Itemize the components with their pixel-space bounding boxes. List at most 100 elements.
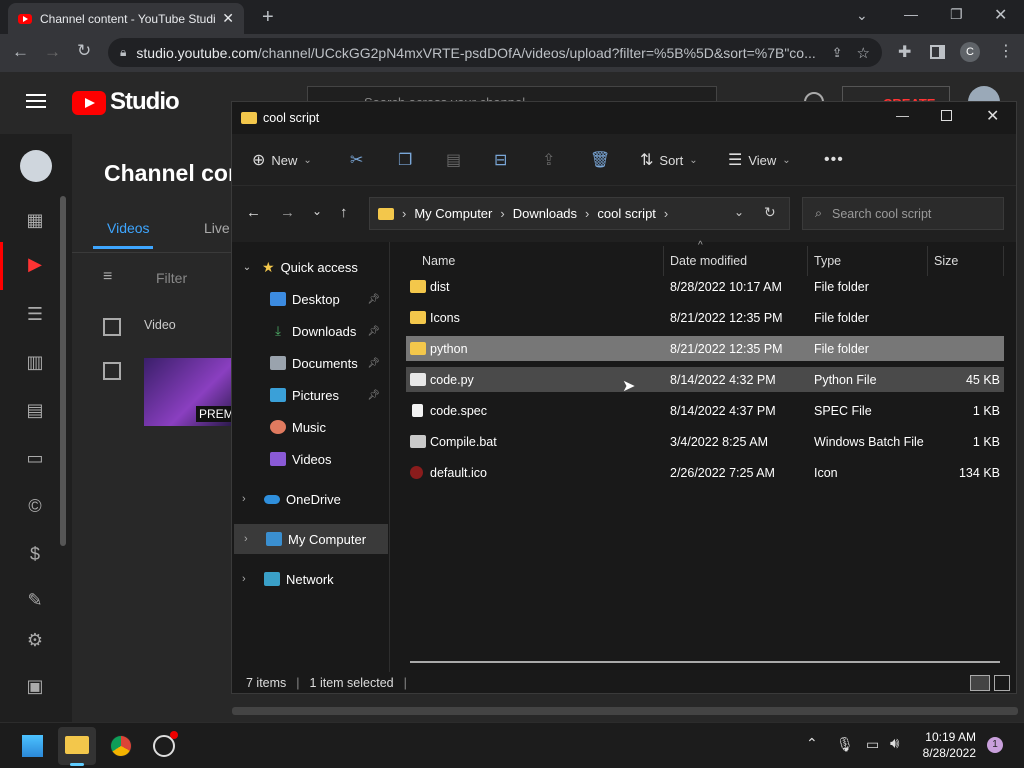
chrome-menu-icon[interactable]: ⋮: [998, 41, 1014, 61]
breadcrumb-downloads[interactable]: Downloads: [513, 206, 577, 221]
page-horizontal-scrollbar[interactable]: [232, 707, 1018, 715]
playlists-icon[interactable]: ☰: [24, 304, 46, 324]
breadcrumb-cool-script[interactable]: cool script: [597, 206, 656, 221]
recent-locations-icon[interactable]: ⌄: [312, 204, 322, 218]
filter-icon[interactable]: ≡: [103, 268, 112, 286]
sidebar-scrollbar[interactable]: [60, 196, 66, 546]
side-panel-icon[interactable]: [930, 45, 945, 59]
column-name[interactable]: Name: [416, 246, 664, 276]
file-row-compile-bat[interactable]: Compile.bat 3/4/2022 8:25 AM Windows Bat…: [406, 429, 1004, 454]
notification-badge[interactable]: 1: [987, 737, 1003, 753]
extensions-icon[interactable]: ✚: [898, 42, 911, 62]
nav-pictures[interactable]: Pictures 📌︎: [232, 380, 390, 410]
select-all-checkbox[interactable]: [103, 318, 121, 336]
nav-downloads[interactable]: ⤓ Downloads 📌︎: [232, 316, 390, 346]
channel-avatar[interactable]: [20, 150, 52, 182]
details-view-icon[interactable]: [970, 675, 990, 691]
column-size[interactable]: Size: [928, 246, 1004, 276]
reload-icon[interactable]: ↻: [77, 41, 91, 61]
file-row-code-py[interactable]: code.py 8/14/2022 4:32 PM Python File 45…: [406, 367, 1004, 392]
nav-network[interactable]: › Network: [232, 564, 390, 594]
customization-icon[interactable]: ✎: [24, 590, 46, 610]
share-icon[interactable]: ⇪: [832, 45, 843, 61]
close-window-icon[interactable]: ✕: [994, 5, 1007, 25]
file-explorer-icon[interactable]: [65, 736, 89, 754]
horizontal-scrollbar[interactable]: [410, 661, 1000, 663]
clock-date[interactable]: 8/28/2022: [918, 746, 976, 760]
chevron-down-icon[interactable]: ⌄: [236, 262, 258, 273]
nav-documents[interactable]: Documents 📌︎: [232, 348, 390, 378]
nav-desktop[interactable]: Desktop 📌︎: [232, 284, 390, 314]
more-options-icon[interactable]: •••: [824, 148, 844, 172]
breadcrumb[interactable]: › My Computer › Downloads › cool script …: [369, 197, 790, 230]
close-tab-icon[interactable]: ✕: [222, 10, 234, 27]
video-checkbox[interactable]: [103, 362, 121, 380]
forward-icon[interactable]: →: [44, 42, 61, 62]
sort-button[interactable]: ⇅ Sort ⌄: [640, 148, 698, 172]
network-status-icon[interactable]: ▭: [866, 736, 879, 753]
file-row-python-selected[interactable]: python 8/21/2022 12:35 PM File folder: [406, 336, 1004, 361]
clock-time[interactable]: 10:19 AM: [922, 730, 976, 744]
chevron-up-icon[interactable]: ⌃: [806, 735, 818, 752]
paste-icon[interactable]: ▤: [446, 148, 461, 172]
up-icon[interactable]: ↑: [340, 204, 348, 221]
profile-avatar[interactable]: C: [960, 42, 980, 62]
view-button[interactable]: ☰ View ⌄: [728, 148, 791, 172]
minimize-icon[interactable]: —: [896, 108, 909, 123]
comments-icon[interactable]: ▤: [24, 400, 46, 420]
file-row-code-spec[interactable]: code.spec 8/14/2022 4:37 PM SPEC File 1 …: [406, 398, 1004, 423]
breadcrumb-my-computer[interactable]: My Computer: [414, 206, 492, 221]
dashboard-icon[interactable]: ▦: [24, 210, 46, 230]
column-type[interactable]: Type: [808, 246, 928, 276]
nav-onedrive[interactable]: › OneDrive: [232, 484, 390, 514]
new-tab-icon[interactable]: +: [262, 6, 274, 29]
volume-icon[interactable]: 🔊︎: [890, 735, 899, 752]
forward-icon[interactable]: →: [280, 204, 295, 221]
chevron-right-icon[interactable]: ›: [242, 573, 260, 585]
hamburger-menu-icon[interactable]: [26, 94, 46, 96]
monetization-icon[interactable]: $: [24, 544, 46, 564]
subtitles-icon[interactable]: ▭: [24, 448, 46, 468]
content-icon[interactable]: ▶: [24, 254, 46, 274]
analytics-icon[interactable]: ▥: [24, 352, 46, 372]
copy-icon[interactable]: ❐: [398, 148, 412, 172]
tiles-view-icon[interactable]: [994, 675, 1010, 691]
tab-videos[interactable]: Videos: [107, 220, 150, 236]
restore-icon[interactable]: ❐: [950, 6, 963, 23]
delete-icon[interactable]: 🗑︎: [590, 148, 610, 172]
chevron-right-icon[interactable]: ›: [244, 533, 262, 545]
column-date[interactable]: Date modified: [664, 246, 808, 276]
windows-start-icon[interactable]: [21, 735, 43, 757]
file-row-dist[interactable]: dist 8/28/2022 10:17 AM File folder: [406, 274, 1004, 299]
new-button[interactable]: ⊕ New ⌄: [252, 148, 312, 172]
explorer-titlebar[interactable]: cool script — ✕: [232, 102, 1016, 134]
bookmark-star-icon[interactable]: ☆: [857, 44, 870, 62]
back-icon[interactable]: ←: [246, 204, 261, 221]
address-bar[interactable]: 🔒︎ studio.youtube.com/channel/UCckGG2pN4…: [108, 38, 882, 67]
maximize-icon[interactable]: [941, 110, 952, 121]
cut-icon[interactable]: ✂: [350, 148, 363, 172]
microphone-icon[interactable]: 🎙︎: [836, 736, 854, 753]
nav-videos[interactable]: Videos: [232, 444, 390, 474]
chevron-right-icon[interactable]: ›: [242, 493, 260, 505]
browser-tab[interactable]: Channel content - YouTube Studio ✕: [8, 3, 244, 34]
feedback-icon[interactable]: ▣: [24, 676, 46, 696]
tab-search-chevron-icon[interactable]: ⌄: [856, 7, 868, 24]
minimize-icon[interactable]: —: [904, 6, 918, 22]
rename-icon[interactable]: ⊟: [494, 148, 507, 172]
close-icon[interactable]: ✕: [986, 106, 999, 126]
back-icon[interactable]: ←: [12, 42, 29, 62]
search-input[interactable]: ⌕ Search cool script: [802, 197, 1004, 230]
filter-input[interactable]: Filter: [156, 270, 187, 286]
file-row-default-ico[interactable]: default.ico 2/26/2022 7:25 AM Icon 134 K…: [406, 460, 1004, 485]
copyright-icon[interactable]: ©: [24, 496, 46, 516]
nav-quick-access[interactable]: ⌄ ★ Quick access: [232, 252, 390, 282]
tab-live[interactable]: Live: [204, 220, 230, 236]
file-row-icons[interactable]: Icons 8/21/2022 12:35 PM File folder: [406, 305, 1004, 330]
chrome-icon[interactable]: [110, 735, 132, 757]
nav-my-computer[interactable]: › My Computer: [234, 524, 388, 554]
refresh-icon[interactable]: ↻: [764, 204, 776, 221]
nav-music[interactable]: Music: [232, 412, 390, 442]
chevron-down-icon[interactable]: ⌄: [734, 205, 744, 219]
settings-gear-icon[interactable]: ⚙: [24, 630, 46, 650]
